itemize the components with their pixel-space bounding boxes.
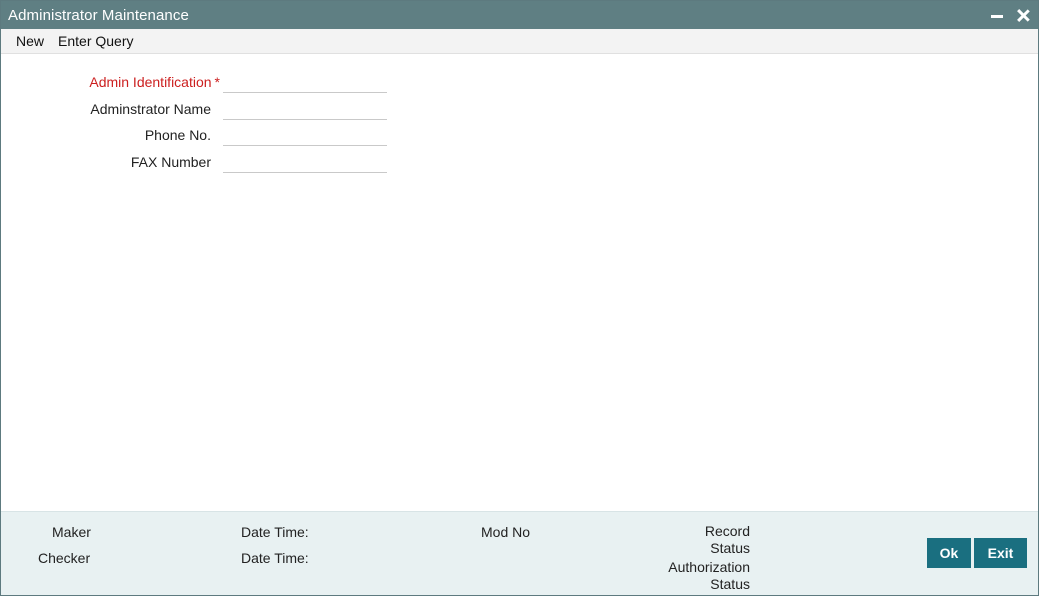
close-icon[interactable] [1016,8,1030,22]
form-row-admin-identification: Admin Identification * [1,67,421,94]
form-row-administrator-name: Adminstrator Name [1,94,421,121]
ok-button[interactable]: Ok [927,538,971,568]
exit-button[interactable]: Exit [974,538,1027,568]
title-bar: Administrator Maintenance [1,1,1038,29]
record-status-label: Record Status [650,523,750,557]
audit-footer: Maker Checker Date Time: Date Time: Mod … [1,511,1038,595]
admin-identification-label: Admin Identification * [89,74,220,90]
menu-item-new[interactable]: New [9,29,51,53]
admin-identification-label-text: Admin Identification [89,74,212,90]
fax-number-label: FAX Number [130,153,211,170]
minimize-icon[interactable] [990,8,1004,22]
administrator-maintenance-window: Administrator Maintenance New Enter Quer… [0,0,1039,596]
fax-number-input[interactable] [223,150,387,173]
authorization-status-label-line1: Authorization [668,559,750,575]
admin-form: Admin Identification * Adminstrator Name … [1,67,421,173]
form-row-fax-number: FAX Number [1,147,421,174]
window-controls [990,8,1030,22]
mod-no-label: Mod No [481,524,531,540]
admin-identification-input[interactable] [223,71,387,93]
administrator-name-input[interactable] [223,97,387,120]
form-row-phone-no: Phone No. [1,120,421,147]
record-status-label-line2: Status [710,540,750,556]
authorization-status-label: Authorization Status [650,559,750,593]
window-title: Administrator Maintenance [8,6,189,24]
maker-label: Maker [52,524,91,540]
menu-bar: New Enter Query [1,29,1038,54]
checker-datetime-label: Date Time: [241,550,309,566]
phone-no-label: Phone No. [144,127,211,143]
required-marker: * [214,74,220,90]
menu-item-enter-query[interactable]: Enter Query [51,29,140,53]
record-status-label-line1: Record [704,523,750,539]
phone-no-input[interactable] [223,124,387,146]
maker-datetime-label: Date Time: [241,524,309,540]
checker-label: Checker [38,550,91,566]
administrator-name-label: Adminstrator Name [90,100,211,117]
authorization-status-label-line2: Status [710,576,750,592]
